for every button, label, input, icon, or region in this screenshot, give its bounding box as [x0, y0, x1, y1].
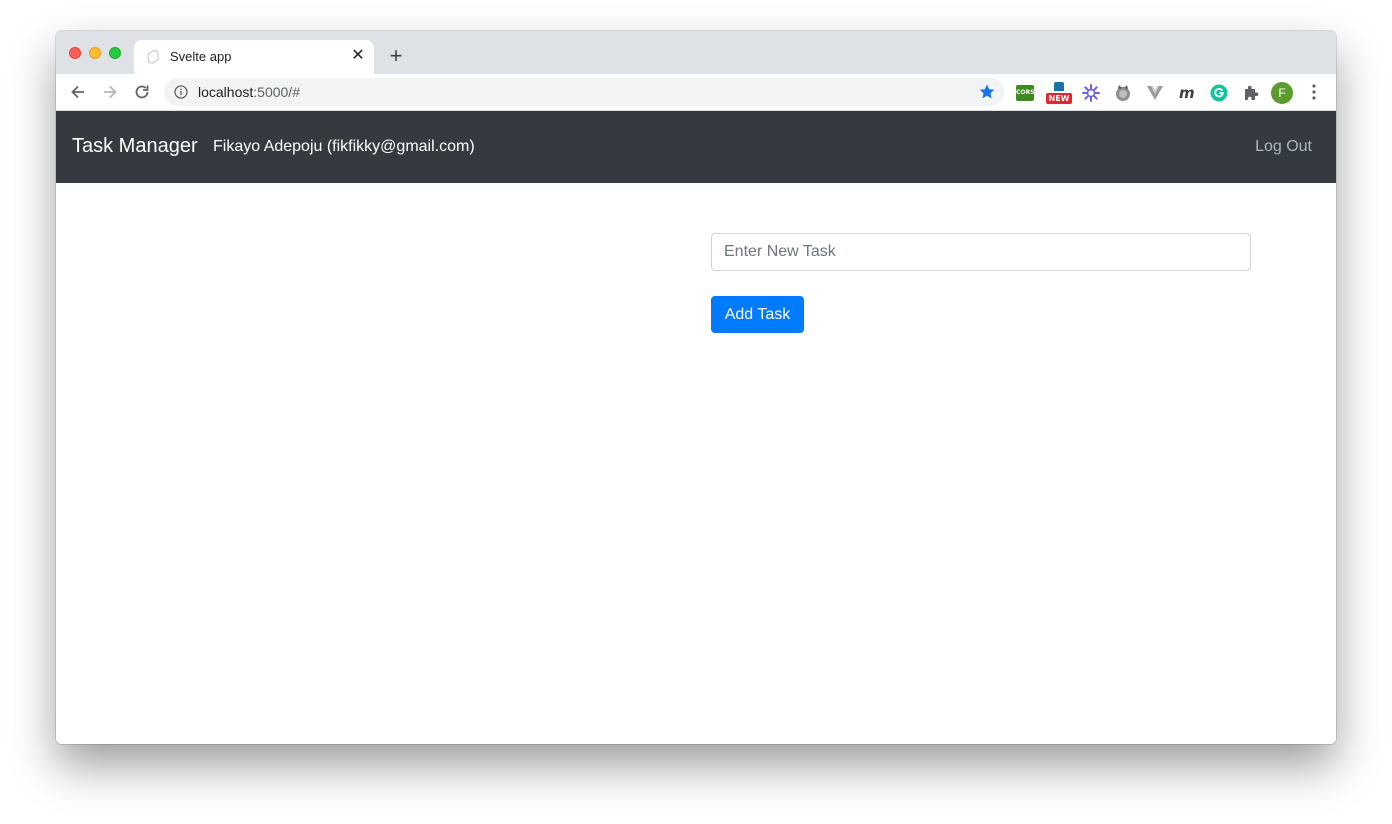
- extension-box-icon: [1054, 82, 1064, 91]
- avatar[interactable]: F: [1271, 82, 1293, 104]
- url-text: localhost:5000/#: [198, 84, 300, 100]
- tab-svelte-app[interactable]: Svelte app ✕: [134, 40, 374, 74]
- new-badge: NEW: [1046, 93, 1072, 104]
- url-host: localhost: [198, 84, 254, 100]
- back-arrow-icon[interactable]: [68, 82, 88, 102]
- browser-toolbar: localhost:5000/# CORS NEW m F: [56, 74, 1336, 111]
- add-task-button[interactable]: Add Task: [711, 296, 804, 333]
- url-path: :5000/#: [253, 84, 300, 100]
- page-viewport: Task Manager Fikayo Adepoju (fikfikky@gm…: [56, 111, 1336, 744]
- address-bar[interactable]: localhost:5000/#: [164, 78, 1004, 106]
- gear-flower-icon[interactable]: [1081, 83, 1101, 103]
- close-icon[interactable]: ✕: [350, 48, 366, 64]
- forward-arrow-icon[interactable]: [100, 82, 120, 102]
- tab-title: Svelte app: [170, 49, 232, 64]
- maximize-window-button[interactable]: [109, 47, 121, 59]
- browser-window: Svelte app ✕ + localhost:5000/# CORS NEW…: [56, 31, 1336, 744]
- new-task-input[interactable]: [711, 233, 1251, 271]
- plus-icon[interactable]: +: [386, 45, 406, 67]
- cat-icon[interactable]: [1113, 83, 1133, 103]
- screen: Svelte app ✕ + localhost:5000/# CORS NEW…: [0, 0, 1392, 824]
- grammarly-icon[interactable]: [1209, 83, 1229, 103]
- app-navbar: Task Manager Fikayo Adepoju (fikfikky@gm…: [56, 111, 1336, 183]
- v-icon[interactable]: [1145, 83, 1165, 103]
- cors-label: CORS: [1016, 89, 1035, 96]
- user-info: Fikayo Adepoju (fikfikky@gmail.com): [213, 138, 475, 155]
- new-extension-icon[interactable]: NEW: [1046, 82, 1072, 106]
- cors-extension-icon[interactable]: CORS: [1016, 85, 1034, 101]
- info-icon[interactable]: [174, 85, 188, 99]
- svelte-icon: [147, 50, 159, 64]
- puzzle-icon[interactable]: [1241, 83, 1261, 103]
- logout-link[interactable]: Log Out: [1255, 138, 1312, 156]
- m-icon[interactable]: m: [1177, 83, 1197, 103]
- reload-icon[interactable]: [132, 82, 152, 102]
- close-window-button[interactable]: [69, 47, 81, 59]
- minimize-window-button[interactable]: [89, 47, 101, 59]
- tab-strip: Svelte app ✕ +: [56, 31, 1336, 74]
- brand-link[interactable]: Task Manager: [72, 135, 198, 158]
- kebab-menu-icon[interactable]: [1308, 82, 1320, 102]
- svg-text:m: m: [1179, 84, 1195, 102]
- star-icon[interactable]: [978, 83, 996, 101]
